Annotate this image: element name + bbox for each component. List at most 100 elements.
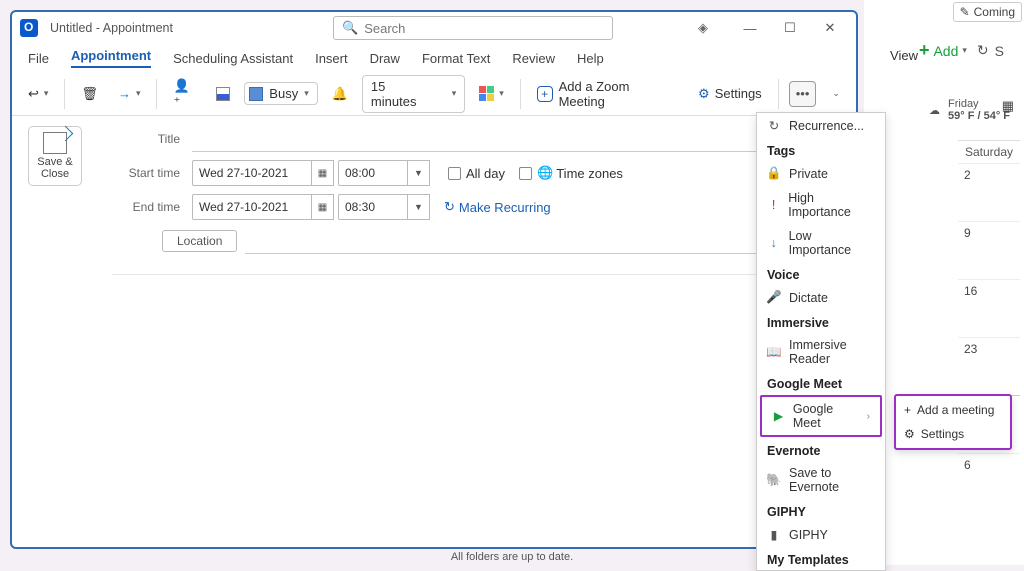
window-title: Untitled - Appointment (50, 21, 173, 35)
immersive-header: Immersive (757, 310, 885, 333)
end-date-input[interactable]: Wed 27-10-2021 (192, 194, 312, 220)
all-day-checkbox[interactable] (448, 167, 461, 180)
calendar-column: Saturday 2 9 16 23 6 (958, 140, 1020, 511)
tab-appointment[interactable]: Appointment (71, 48, 151, 68)
chevron-down-icon: ▾ (452, 88, 457, 99)
google-meet-label: Google Meet (793, 402, 859, 430)
gear-icon: ⚙ (904, 427, 915, 441)
titlebar: Untitled - Appointment 🔍 Search ◈ — ☐ ✕ (12, 12, 856, 44)
location-input[interactable] (245, 228, 840, 254)
private-menu-item[interactable]: 🔒 Private (757, 161, 885, 186)
busy-label: Busy (269, 86, 298, 101)
google-meet-settings-item[interactable]: ⚙ Settings (896, 422, 1010, 446)
tab-review[interactable]: Review (512, 51, 555, 66)
globe-icon: 🌐 (537, 165, 553, 181)
diamond-icon[interactable]: ◈ (698, 20, 718, 36)
zoom-settings-button[interactable]: ⚙ Settings (692, 82, 768, 106)
lock-icon: 🔒 (767, 166, 781, 181)
calendar-cell[interactable]: 9 (958, 221, 1020, 279)
busy-color-icon (249, 87, 263, 101)
calendar-cell[interactable]: 2 (958, 163, 1020, 221)
coming-soon-chip[interactable]: ✎ Coming (953, 2, 1022, 22)
book-icon: 📖 (767, 345, 781, 360)
cloud-icon: ☁ (929, 104, 940, 117)
evernote-label: Save to Evernote (789, 466, 875, 494)
recurrence-menu-item[interactable]: ↻ Recurrence... (757, 113, 885, 138)
ribbon-collapse-chevron[interactable]: ⌄ (832, 88, 840, 99)
calendar-cell[interactable]: 16 (958, 279, 1020, 337)
tab-scheduling[interactable]: Scheduling Assistant (173, 51, 293, 66)
more-commands-button[interactable]: ••• (789, 81, 817, 107)
coming-label: Coming (974, 5, 1015, 19)
start-date-picker-button[interactable]: ▦ (312, 160, 334, 186)
categorize-button[interactable]: ▾ (473, 82, 510, 105)
start-time-dropdown[interactable]: ▼ (408, 160, 430, 186)
search-icon: 🔍 (342, 20, 358, 36)
calendar-cell[interactable]: 23 (958, 337, 1020, 395)
recurrence-label: Recurrence... (789, 119, 864, 133)
evernote-icon: 🐘 (767, 473, 781, 488)
search-input[interactable]: 🔍 Search (333, 16, 613, 40)
immersive-label: Immersive Reader (789, 338, 875, 366)
location-button[interactable]: Location (162, 230, 237, 252)
tab-insert[interactable]: Insert (315, 51, 348, 66)
add-meeting-label: Add a meeting (917, 403, 994, 417)
chevron-down-icon: ▾ (962, 45, 967, 56)
giphy-label: GIPHY (789, 528, 828, 542)
save-close-label: Save & Close (29, 156, 81, 180)
add-label: Add (933, 43, 958, 59)
evernote-menu-item[interactable]: 🐘 Save to Evernote (757, 461, 885, 499)
giphy-icon: ▮ (767, 527, 781, 542)
reminder-bell[interactable]: 🔔 (326, 82, 354, 106)
body-separator (112, 274, 840, 275)
invite-attendees-button[interactable]: 👤⁺ (167, 74, 202, 114)
voice-header: Voice (757, 262, 885, 285)
end-time-input[interactable]: 08:30 (338, 194, 408, 220)
tab-format[interactable]: Format Text (422, 51, 490, 66)
giphy-menu-item[interactable]: ▮ GIPHY (757, 522, 885, 547)
forward-button[interactable]: →▾ (112, 82, 147, 105)
high-label: High Importance (788, 191, 875, 219)
low-importance-menu-item[interactable]: ↓ Low Importance (757, 224, 885, 262)
low-importance-icon: ↓ (767, 236, 781, 250)
title-input[interactable] (192, 126, 840, 152)
end-time-dropdown[interactable]: ▼ (408, 194, 430, 220)
show-as-dropdown[interactable]: Busy ▾ (244, 82, 317, 105)
start-date-input[interactable]: Wed 27-10-2021 (192, 160, 312, 186)
reminder-dropdown[interactable]: 15 minutes ▾ (362, 75, 465, 113)
zoom-label: Add a Zoom Meeting (559, 79, 678, 109)
time-zones-checkbox[interactable] (519, 167, 532, 180)
tab-file[interactable]: File (28, 51, 49, 66)
high-importance-menu-item[interactable]: ! High Importance (757, 186, 885, 224)
flyout-settings-label: Settings (921, 427, 964, 441)
calendar-day-header: Saturday (958, 140, 1020, 163)
immersive-reader-menu-item[interactable]: 📖 Immersive Reader (757, 333, 885, 371)
chevron-down-icon: ▾ (304, 88, 309, 99)
tab-help[interactable]: Help (577, 51, 604, 66)
save-and-close-button[interactable]: Save & Close (28, 126, 82, 186)
start-time-input[interactable]: 08:00 (338, 160, 408, 186)
google-meet-icon: ▶ (772, 409, 785, 423)
outlook-icon (20, 19, 38, 37)
minimize-button[interactable]: — (730, 14, 770, 42)
add-button-bg[interactable]: + Add ▾ ↻ S (919, 40, 1004, 61)
end-date-picker-button[interactable]: ▦ (312, 194, 334, 220)
add-zoom-meeting-button[interactable]: + Add a Zoom Meeting (531, 75, 684, 113)
close-button[interactable]: ✕ (810, 14, 850, 42)
dictate-menu-item[interactable]: 🎤 Dictate (757, 285, 885, 310)
tags-header: Tags (757, 138, 885, 161)
calendar-cell[interactable]: 6 (958, 453, 1020, 511)
recurrence-icon: ↻ (767, 118, 781, 133)
delete-button[interactable]: 🗑 (75, 82, 104, 106)
google-meet-menu-item[interactable]: ▶ Google Meet › (760, 395, 882, 437)
calendar-icon[interactable]: ▦ (1002, 98, 1014, 114)
make-recurring-button[interactable]: ↻ Make Recurring (444, 199, 551, 215)
maximize-button[interactable]: ☐ (770, 14, 810, 42)
weather-temp: 59° F / 54° F (948, 110, 1010, 122)
tab-draw[interactable]: Draw (370, 51, 400, 66)
show-as-color[interactable] (210, 83, 236, 105)
add-a-meeting-item[interactable]: + Add a meeting (896, 398, 1010, 422)
my-templates-header: My Templates (757, 547, 885, 570)
undo-button[interactable]: ↩▾ (22, 82, 54, 106)
time-zones-label: Time zones (556, 166, 623, 181)
